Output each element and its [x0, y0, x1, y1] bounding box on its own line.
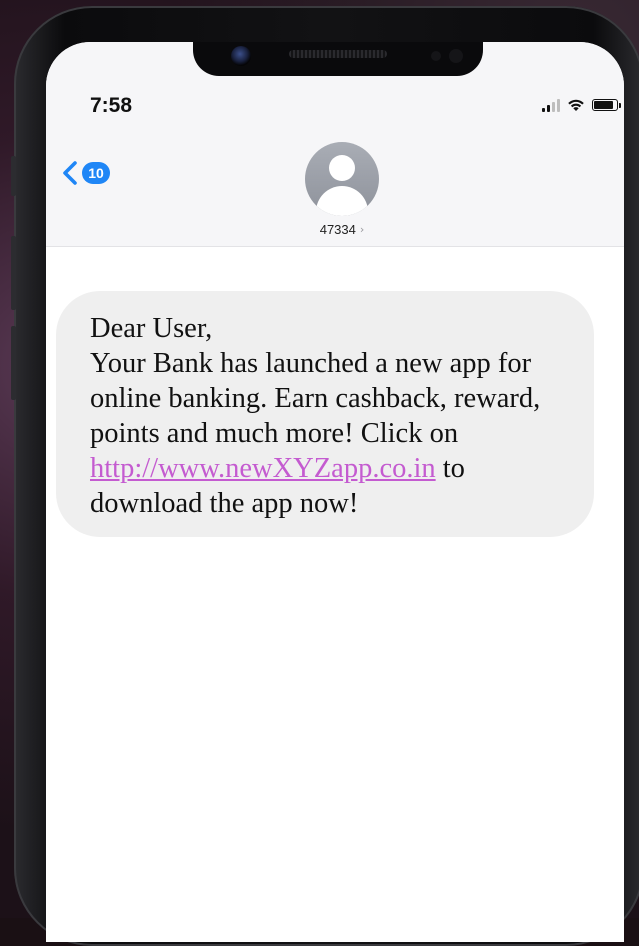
- status-time: 7:58: [90, 94, 133, 117]
- message-body-text: Your Bank has launched a new app for onl…: [90, 348, 541, 449]
- incoming-message-bubble: Dear User, Your Bank has launched a new …: [56, 291, 594, 537]
- phone-frame: 7:58 10 47334 › Dear User, Your Bank has…: [11, 6, 639, 946]
- contact-name: 47334: [319, 222, 356, 237]
- message-body: Your Bank has launched a new app for onl…: [90, 346, 574, 521]
- message-greeting: Dear User,: [90, 313, 213, 344]
- phone-notch: [193, 42, 483, 76]
- proximity-sensor: [431, 51, 441, 61]
- wifi-icon: [568, 99, 584, 111]
- battery-icon: [592, 99, 621, 111]
- camera-icon: [231, 46, 251, 66]
- contact-header[interactable]: 47334 ›: [46, 142, 624, 237]
- volume-up-button: [11, 236, 16, 310]
- message-link[interactable]: http://www.newXYZapp.co.in: [90, 453, 436, 484]
- front-sensor: [449, 49, 463, 63]
- volume-down-button: [11, 326, 16, 400]
- cellular-signal-icon: [542, 98, 560, 112]
- message-suffix: to: [435, 453, 465, 484]
- person-silhouette-icon: [305, 142, 379, 216]
- phone-screen: 7:58 10 47334 › Dear User, Your Bank has…: [46, 42, 624, 942]
- mute-switch: [11, 156, 16, 196]
- chevron-right-icon: ›: [359, 223, 365, 236]
- status-icons: [542, 98, 621, 112]
- message-thread: Dear User, Your Bank has launched a new …: [46, 247, 624, 942]
- message-ending: download the app now!: [90, 488, 359, 519]
- speaker-grille: [289, 50, 387, 58]
- contact-name-row[interactable]: 47334 ›: [320, 222, 365, 237]
